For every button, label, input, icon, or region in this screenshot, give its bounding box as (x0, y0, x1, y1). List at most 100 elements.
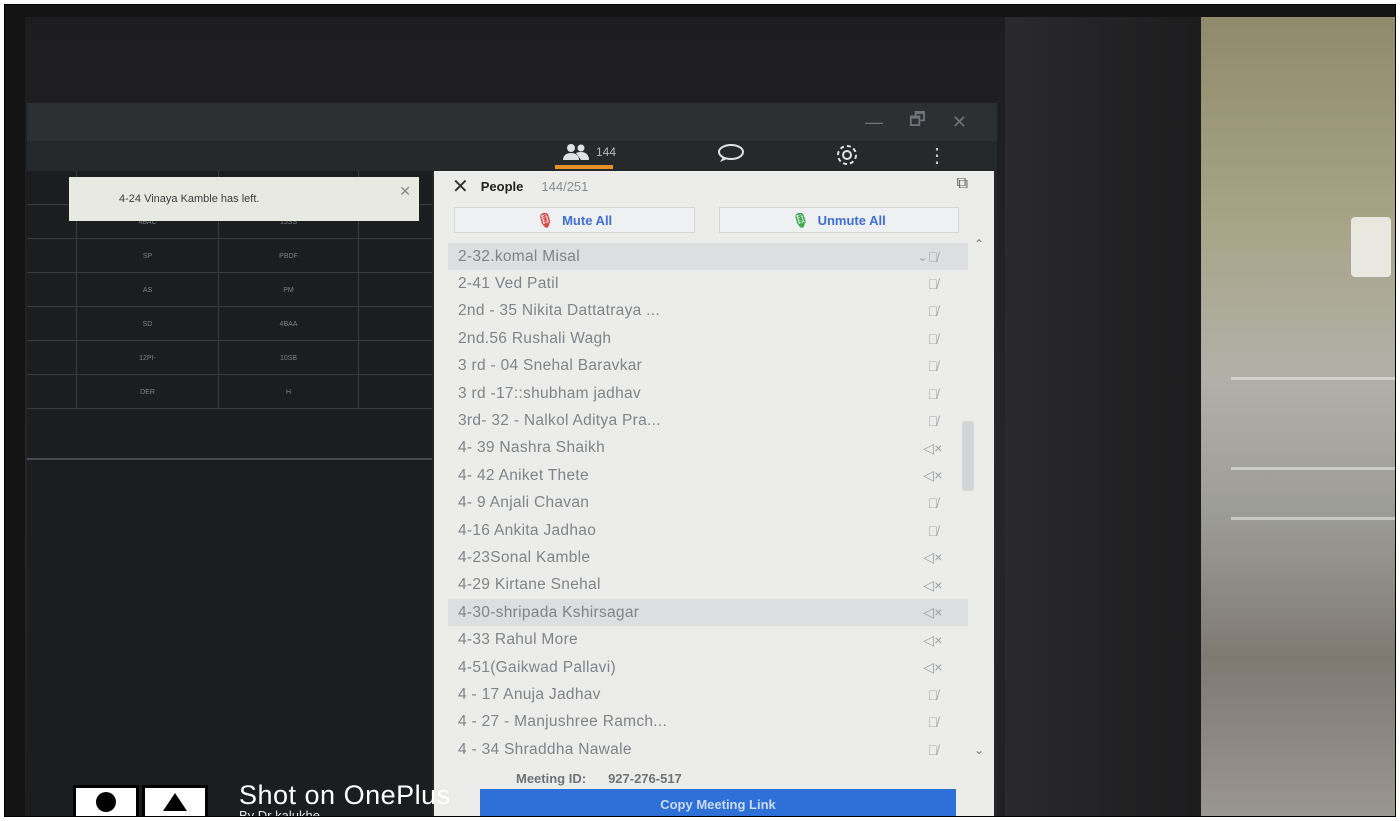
speaker-off-icon: ◁× (923, 631, 943, 648)
oneplus-logo (73, 785, 208, 816)
mic-off-icon: 🎙̸ (927, 330, 939, 347)
watermark-title: Shot on OnePlus (239, 780, 451, 810)
table-row: AS PM (27, 273, 432, 307)
participant-row[interactable]: 2nd - 35 Nikita Dattatraya ... 🎙̸ (448, 298, 968, 325)
unmute-all-button[interactable]: 🎙 Unmute All (718, 207, 959, 233)
participant-name: 3 rd - 04 Snehal Baravkar (458, 357, 643, 375)
scrollbar-thumb[interactable] (962, 421, 974, 491)
mic-off-icon: 🎙 (536, 211, 555, 228)
participant-row[interactable]: 2-41 Ved Patil 🎙̸ (448, 270, 968, 297)
participant-count: 144 (596, 145, 617, 159)
table-cell: AS (77, 273, 219, 307)
meeting-toolbar: 144 ⋮ (27, 141, 997, 171)
participant-row[interactable]: 4-51(Gaikwad Pallavi) ◁× (448, 654, 968, 681)
panel-count: 144/251 (541, 178, 589, 194)
speaker-off-icon: ◁× (923, 549, 943, 566)
more-button[interactable]: ⋮ (927, 143, 947, 168)
restore-button[interactable]: 🗗 (909, 107, 926, 137)
participant-name: 4- 42 Aniket Thete (458, 466, 589, 484)
participant-row[interactable]: 4-16 Ankita Jadhao 🎙̸ (448, 517, 968, 544)
participant-row[interactable]: 4-30-shripada Kshirsagar ◁× (448, 599, 968, 627)
table-cell: 10SB (219, 341, 359, 375)
participant-row[interactable]: 4-33 Rahul More ◁× (448, 626, 968, 653)
watermark-credit: By Dr kalukhe (239, 808, 320, 817)
close-panel-button[interactable]: ✕ (452, 174, 469, 199)
participant-row[interactable]: 3 rd -17::shubham jadhav 🎙̸ (448, 380, 968, 407)
mic-off-icon: 🎙̸ (927, 686, 939, 703)
table-cell: DER (77, 375, 219, 409)
participant-row[interactable]: 2-32.komal Misal 🎙̸ ⌄ (448, 243, 968, 271)
copy-link-label: Copy Meeting Link (660, 796, 776, 812)
table-cell: SD (77, 307, 219, 341)
participant-row[interactable]: 2nd.56 Rushali Wagh 🎙̸ (448, 325, 968, 352)
participant-name: 4 - 27 - Manjushree Ramch... (458, 713, 668, 731)
tab-participants[interactable]: 144 (562, 143, 616, 161)
participant-row[interactable]: 4 - 27 - Manjushree Ramch... 🎙̸ (448, 709, 968, 736)
mic-off-icon: 🎙̸ (927, 522, 939, 539)
scroll-up-icon[interactable]: ⌃ (974, 237, 984, 251)
speaker-off-icon: ◁× (923, 576, 943, 593)
participant-row[interactable]: 4 - 34 Shraddha Nawale 🎙̸ (448, 736, 968, 763)
unmute-all-label: Unmute All (817, 212, 886, 228)
participant-name: 4-23Sonal Kamble (458, 548, 591, 566)
chevron-down-icon[interactable]: ⌄ (918, 250, 928, 264)
meeting-id-label: Meeting ID: (516, 771, 587, 786)
close-window-button[interactable]: ✕ (952, 112, 967, 133)
participant-row[interactable]: 3rd- 32 - Nalkol Aditya Pra... 🎙̸ (448, 407, 968, 434)
participant-name: 3rd- 32 - Nalkol Aditya Pra... (458, 412, 661, 430)
participant-name: 4- 39 Nashra Shaikh (458, 439, 606, 457)
room-background (1201, 17, 1395, 816)
people-icon (563, 144, 589, 160)
participant-name: 4 - 34 Shraddha Nawale (458, 740, 632, 758)
participant-row[interactable]: 4- 9 Anjali Chavan 🎙̸ (448, 490, 968, 517)
table-row: SD 4BAA (27, 307, 432, 341)
chat-button[interactable] (717, 143, 745, 169)
participant-name: 4 - 17 Anuja Jadhav (458, 685, 601, 703)
meeting-id-value: 927-276-517 (608, 771, 682, 786)
table-cell (27, 273, 77, 307)
watermark: Shot on OnePlus By Dr kalukhe (239, 780, 451, 817)
app-window: — 🗗 ✕ 144 ⋮ OGCPSPW4BAC15SSSPPBDFASPMSD4… (27, 103, 997, 816)
table-cell: PBDF (219, 239, 359, 273)
mute-all-button[interactable]: 🎙 Mute All (454, 207, 695, 233)
table-cell: 12PI- (77, 341, 219, 375)
panel-header: ✕ People 144/251 ⧉ (434, 171, 994, 201)
participant-row[interactable]: 4 - 17 Anuja Jadhav 🎙̸ (448, 681, 968, 708)
copy-meeting-link-button[interactable]: Copy Meeting Link (480, 789, 956, 816)
scroll-down-icon[interactable]: ⌄ (974, 743, 984, 757)
participant-row[interactable]: 4- 39 Nashra Shaikh ◁× (448, 435, 968, 462)
participant-name: 4- 9 Anjali Chavan (458, 494, 590, 512)
participant-row[interactable]: 3 rd - 04 Snehal Baravkar 🎙̸ (448, 353, 968, 380)
more-vertical-icon: ⋮ (927, 145, 947, 167)
active-tab-indicator (555, 165, 613, 169)
speaker-off-icon: ◁× (923, 659, 943, 676)
participant-name: 4-16 Ankita Jadhao (458, 521, 597, 539)
mic-off-icon: 🎙̸ (927, 248, 939, 265)
table-bottom-line (27, 458, 432, 460)
settings-button[interactable] (835, 143, 859, 173)
gear-icon (837, 145, 857, 165)
participant-name: 4-33 Rahul More (458, 631, 578, 649)
minimize-button[interactable]: — (865, 112, 883, 133)
table-cell (27, 341, 77, 375)
table-cell (359, 239, 432, 273)
popout-icon[interactable]: ⧉ (957, 175, 968, 193)
table-row: SP PBDF (27, 239, 432, 273)
close-icon[interactable]: ✕ (399, 183, 411, 200)
mute-controls: 🎙 Mute All 🎙 Unmute All (454, 207, 959, 233)
participant-row[interactable]: 4-23Sonal Kamble ◁× (448, 544, 968, 571)
mic-off-icon: 🎙̸ (927, 741, 939, 758)
leave-notification: 4-24 Vinaya Kamble has left. ✕ (69, 177, 419, 221)
participant-row[interactable]: 4- 42 Aniket Thete ◁× (448, 462, 968, 489)
table-cell (359, 273, 432, 307)
chat-icon (718, 144, 744, 162)
people-panel: ✕ People 144/251 ⧉ 🎙 Mute All 🎙 Unmute A… (434, 171, 994, 816)
table-cell: 4BAA (219, 307, 359, 341)
participant-name: 2-41 Ved Patil (458, 275, 559, 293)
mic-off-icon: 🎙̸ (927, 358, 939, 375)
photo-frame: — 🗗 ✕ 144 ⋮ OGCPSPW4BAC15SSSPPBDFASPMSD4… (4, 4, 1396, 817)
table-cell (27, 375, 77, 409)
mic-off-icon: 🎙̸ (927, 714, 939, 731)
table-cell: H (219, 375, 359, 409)
participant-row[interactable]: 4-29 Kirtane Snehal ◁× (448, 572, 968, 599)
